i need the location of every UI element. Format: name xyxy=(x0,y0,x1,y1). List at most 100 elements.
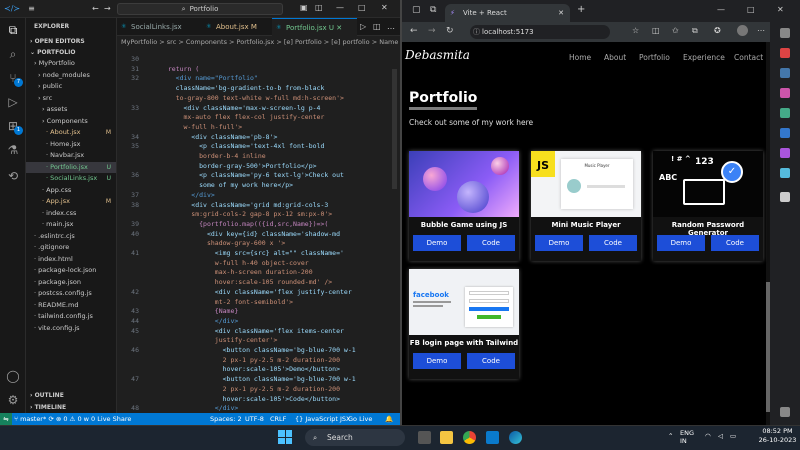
file-tree-item[interactable]: · package.json xyxy=(26,277,116,288)
task-view-icon[interactable] xyxy=(418,431,431,444)
file-tree-item[interactable]: · tailwind.config.js xyxy=(26,311,116,322)
drop-icon[interactable] xyxy=(780,168,790,178)
file-tree-item[interactable]: · .eslintrc.cjs xyxy=(26,231,116,242)
tab-portfolio[interactable]: ⚛ Portfolio.jsx U ✕ xyxy=(272,18,357,36)
collections-icon[interactable]: ⧉ xyxy=(692,26,698,36)
extensions-icon[interactable]: ✪ xyxy=(714,26,721,35)
maximize-icon[interactable]: □ xyxy=(747,5,755,14)
battery-icon[interactable]: ▭ xyxy=(730,432,736,440)
nav-about[interactable]: About xyxy=(604,53,626,62)
bubble-game-thumbnail[interactable] xyxy=(409,151,519,217)
nav-home[interactable]: Home xyxy=(569,53,591,62)
site-logo[interactable]: Debasmita xyxy=(405,48,470,62)
file-tree-item[interactable]: · SocialLinks.jsx U xyxy=(26,173,116,184)
ports-count[interactable]: ᴡ 0 xyxy=(84,415,96,423)
menu-icon[interactable]: ≡ xyxy=(24,4,39,13)
layout-icon[interactable]: ◫ xyxy=(315,3,323,12)
portfolio-folder-header[interactable]: ⌄ PORTFOLIO xyxy=(26,47,116,58)
profile-avatar[interactable] xyxy=(737,25,748,36)
forward-icon[interactable]: → xyxy=(428,26,436,36)
vscode-taskbar-icon[interactable] xyxy=(486,431,499,444)
new-tab-icon[interactable]: + xyxy=(577,4,585,15)
run-debug-icon[interactable]: ▷ xyxy=(5,94,21,110)
back-icon[interactable]: ← xyxy=(410,26,418,36)
wifi-icon[interactable]: ◠ xyxy=(705,432,711,440)
demo-button[interactable]: Demo xyxy=(535,235,583,251)
nav-experience[interactable]: Experience xyxy=(683,53,725,62)
outline-header[interactable]: › OUTLINE xyxy=(26,390,116,401)
code-button[interactable]: Code xyxy=(711,235,759,251)
add-icon[interactable] xyxy=(780,192,790,202)
address-bar[interactable]: ⓘ localhost:5173 xyxy=(470,25,610,39)
breadcrumb[interactable]: MyPortfolio > src > Components > Portfol… xyxy=(117,36,400,49)
code-editor[interactable]: 30 31 return (32 <div name="Portfolio" cl… xyxy=(117,49,400,413)
file-tree-item[interactable]: · package-lock.json xyxy=(26,265,116,276)
file-tree-item[interactable]: · README.md xyxy=(26,300,116,311)
tab-about[interactable]: ⚛ About.jsx M xyxy=(202,18,272,36)
music-player-thumbnail[interactable]: JS Music Player xyxy=(531,151,641,217)
run-icon[interactable]: ▷ xyxy=(360,22,366,31)
testing-icon[interactable]: ⚗ xyxy=(5,142,21,158)
favorites-icon[interactable]: ✩ xyxy=(672,26,679,35)
eol-setting[interactable]: CRLF xyxy=(270,413,286,425)
taskbar-search[interactable]: ⌕ Search xyxy=(305,429,405,446)
split-editor-icon[interactable]: ◫ xyxy=(373,22,381,31)
file-tree-item[interactable]: · App.css xyxy=(26,185,116,196)
more-actions-icon[interactable]: … xyxy=(387,22,395,31)
file-tree-item[interactable]: · About.jsx M xyxy=(26,127,116,138)
shopping-icon[interactable] xyxy=(780,48,790,58)
file-tree-item[interactable]: › public xyxy=(26,81,116,92)
file-tree-item[interactable]: · App.jsx M xyxy=(26,196,116,207)
layout-icon[interactable]: ▣ xyxy=(300,3,308,12)
timeline-header[interactable]: › TIMELINE xyxy=(26,402,116,413)
start-icon[interactable] xyxy=(278,430,292,444)
live-share-button[interactable]: Live Share xyxy=(97,415,131,423)
file-tree-item[interactable]: · .gitignore xyxy=(26,242,116,253)
file-tree-item[interactable]: › node_modules xyxy=(26,70,116,81)
demo-button[interactable]: Demo xyxy=(413,235,461,251)
remote-indicator-icon[interactable]: ⇋ xyxy=(0,413,12,425)
search-icon[interactable]: ⌕ xyxy=(5,46,21,62)
file-tree-item[interactable]: · index.css xyxy=(26,208,116,219)
file-tree-item[interactable]: · postcss.config.js xyxy=(26,288,116,299)
tab-actions-icon[interactable]: ⧉ xyxy=(430,5,436,15)
remote-icon[interactable]: ⟲ xyxy=(5,168,21,184)
minimize-icon[interactable]: — xyxy=(717,5,725,14)
chrome-icon[interactable] xyxy=(463,431,476,444)
forward-arrow-icon[interactable]: → xyxy=(100,4,115,13)
favorite-icon[interactable]: ☆ xyxy=(632,26,639,35)
maximize-icon[interactable]: □ xyxy=(358,3,366,12)
file-tree-item[interactable]: › MyPortfolio xyxy=(26,58,116,69)
file-explorer-icon[interactable] xyxy=(440,431,453,444)
demo-button[interactable]: Demo xyxy=(413,353,461,369)
file-tree-item[interactable]: · main.jsx xyxy=(26,219,116,230)
clock[interactable]: 08:52 PM 26-10-2023 xyxy=(755,427,800,445)
problems-count[interactable]: ⊗ 0 ⚠ 0 xyxy=(56,415,82,423)
open-editors-header[interactable]: › OPEN EDITORS xyxy=(26,36,116,47)
file-tree-item[interactable]: › assets xyxy=(26,104,116,115)
editor-scrollbar[interactable] xyxy=(391,49,398,413)
file-tree-item[interactable]: · vite.config.js xyxy=(26,323,116,334)
notifications-icon[interactable]: 🔔 xyxy=(385,413,393,425)
page-scrollbar[interactable] xyxy=(766,42,770,425)
office-icon[interactable] xyxy=(780,108,790,118)
demo-button[interactable]: Demo xyxy=(657,235,705,251)
volume-icon[interactable]: ◁ xyxy=(718,432,723,440)
search-icon[interactable] xyxy=(780,28,790,38)
fb-login-thumbnail[interactable]: facebook xyxy=(409,269,519,335)
branch-name[interactable]: master* xyxy=(20,415,46,423)
nav-portfolio[interactable]: Portfolio xyxy=(639,53,670,62)
nav-contact[interactable]: Contact xyxy=(734,53,763,62)
close-tab-icon[interactable]: ✕ xyxy=(558,4,564,22)
code-button[interactable]: Code xyxy=(589,235,637,251)
workspaces-icon[interactable]: ▢ xyxy=(412,5,421,15)
gear-icon[interactable]: ⚙ xyxy=(5,392,21,408)
gear-icon[interactable] xyxy=(780,407,790,417)
file-tree-item[interactable]: › src xyxy=(26,93,116,104)
code-button[interactable]: Code xyxy=(467,235,515,251)
file-tree-item[interactable]: · index.html xyxy=(26,254,116,265)
info-icon[interactable]: ⓘ xyxy=(473,25,480,39)
file-tree-item[interactable]: › Components xyxy=(26,116,116,127)
password-generator-thumbnail[interactable]: ! # ^ 123 ABC ✓ xyxy=(653,151,763,217)
account-icon[interactable]: ◯ xyxy=(5,368,21,384)
